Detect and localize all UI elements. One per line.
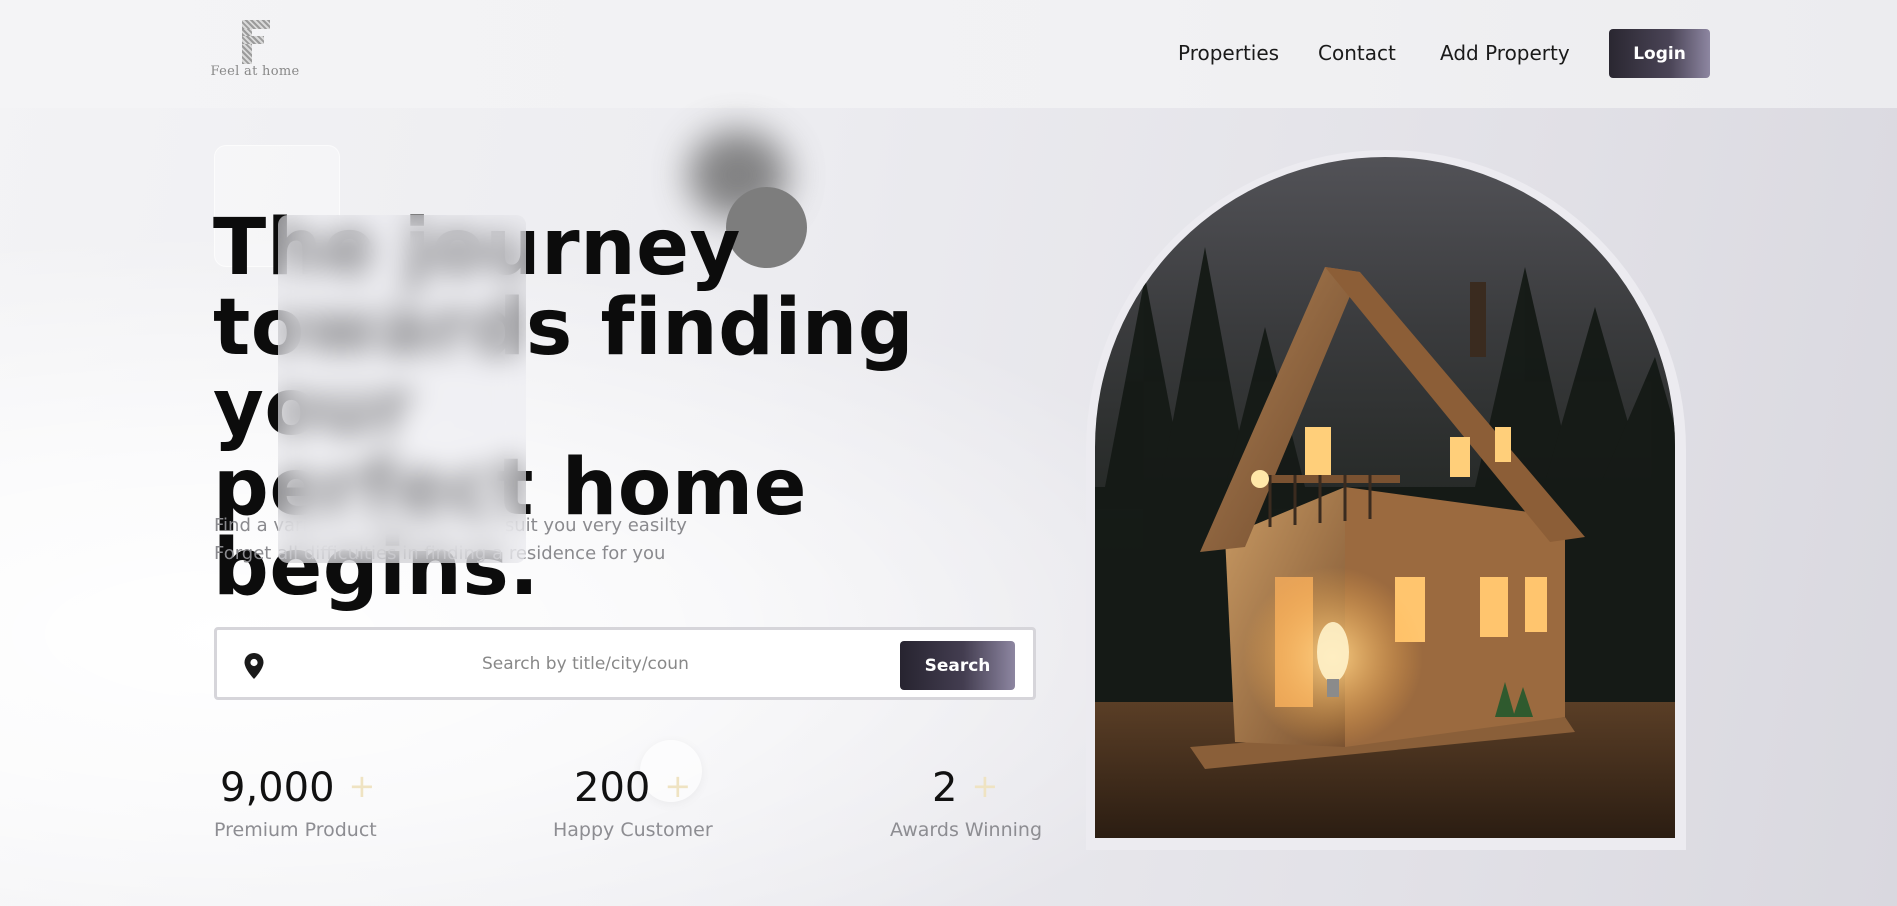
stat-label: Happy Customer [553,819,713,841]
stat-value: 2 [932,765,958,811]
stat-plus: + [348,767,376,805]
nav-link-add-property[interactable]: Add Property [1440,41,1570,65]
stat-happy-customer: 200 + Happy Customer [553,765,713,841]
hero-house-image [1095,157,1675,838]
stat-value: 200 [574,765,651,811]
stat-label: Awards Winning [890,819,1042,841]
stat-value: 9,000 [220,765,335,811]
login-button[interactable]: Login [1609,29,1710,78]
stat-plus: + [971,767,999,805]
nav-link-contact[interactable]: Contact [1318,41,1396,65]
stat-premium-product: 9,000 + Premium Product [214,765,377,841]
search-bar: Search [214,627,1036,700]
search-button[interactable]: Search [900,641,1015,690]
location-pin-icon [244,653,264,679]
stat-plus: + [664,767,692,805]
search-input[interactable] [482,650,690,678]
logo-text: Feel at home [210,64,300,79]
frosted-glass-overlay [278,215,526,563]
logo-f-icon [238,18,272,64]
house-illustration [1095,247,1675,838]
brand-logo[interactable]: Feel at home [205,18,305,79]
stat-awards-winning: 2 + Awards Winning [890,765,1042,841]
nav-link-properties[interactable]: Properties [1178,41,1279,65]
stat-label: Premium Product [214,819,377,841]
